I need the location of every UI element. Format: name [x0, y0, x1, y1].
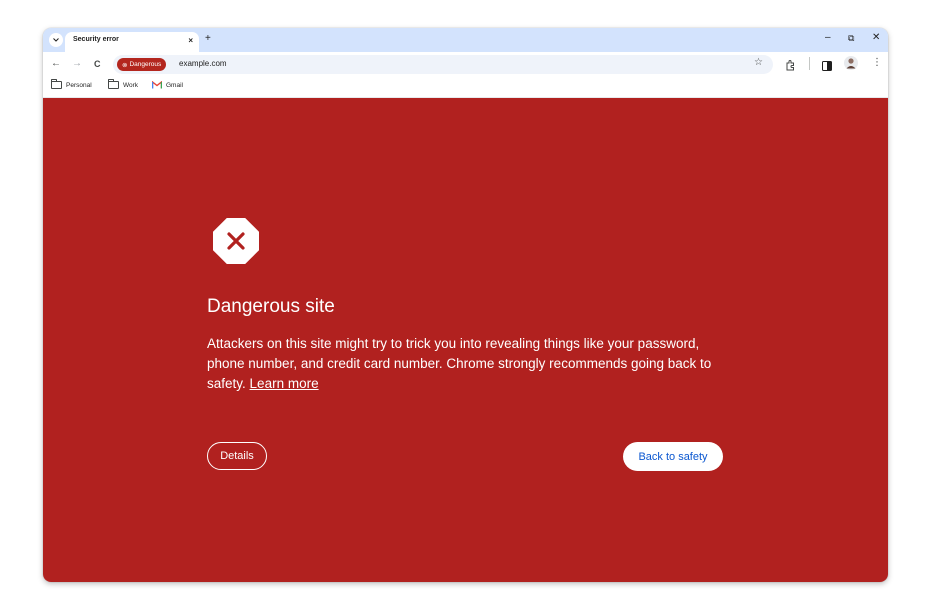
toolbar: ← → C ⊗ Dangerous example.com ☆ ⋮ [43, 52, 888, 77]
folder-icon [108, 79, 119, 89]
bookmark-label: Work [123, 81, 139, 89]
tab-close-icon[interactable]: × [188, 36, 193, 45]
chevron-down-icon [53, 38, 59, 42]
toolbar-divider [809, 57, 810, 70]
danger-icon: ⊗ [122, 61, 128, 69]
chip-label: Dangerous [129, 61, 162, 68]
close-icon [227, 232, 245, 250]
minimize-button[interactable]: – [825, 32, 831, 43]
menu-button[interactable]: ⋮ [872, 57, 882, 68]
forward-button[interactable]: → [72, 58, 82, 69]
new-tab-button[interactable]: + [205, 33, 211, 44]
tab-title: Security error [73, 36, 119, 43]
restore-button[interactable]: ⧉ [848, 33, 854, 44]
bookmarks-bar: Personal Work Gmail [43, 77, 888, 98]
reload-button[interactable]: C [94, 59, 101, 69]
bookmark-gmail[interactable]: Gmail [152, 81, 183, 89]
warning-message: Attackers on this site might try to tric… [207, 334, 727, 394]
details-button[interactable]: Details [207, 442, 267, 470]
security-interstitial: Dangerous site Attackers on this site mi… [43, 98, 888, 582]
tab-search-button[interactable] [49, 33, 63, 47]
close-window-button[interactable]: ✕ [872, 32, 880, 43]
bookmark-star-icon[interactable]: ☆ [754, 57, 763, 68]
profile-avatar[interactable] [844, 56, 858, 75]
dangerous-chip[interactable]: ⊗ Dangerous [117, 58, 167, 71]
url-text: example.com [179, 59, 227, 68]
back-to-safety-button[interactable]: Back to safety [623, 442, 723, 471]
side-panel-icon[interactable] [822, 58, 832, 76]
browser-window: Security error × + – ⧉ ✕ ← → C ⊗ Dangero… [43, 28, 888, 582]
gmail-icon [152, 81, 162, 89]
address-bar[interactable]: ⊗ Dangerous example.com ☆ [113, 55, 773, 74]
bookmark-personal[interactable]: Personal [51, 79, 92, 89]
tab-strip: Security error × + – ⧉ ✕ [43, 28, 888, 52]
page-title: Dangerous site [207, 296, 335, 317]
active-tab[interactable]: Security error × [65, 32, 199, 52]
bookmark-label: Personal [66, 81, 92, 89]
extensions-icon[interactable] [785, 58, 796, 76]
back-button[interactable]: ← [51, 58, 61, 69]
folder-icon [51, 79, 62, 89]
bookmark-label: Gmail [166, 81, 183, 89]
danger-octagon-icon [213, 218, 259, 264]
learn-more-link[interactable]: Learn more [250, 376, 319, 391]
bookmark-work[interactable]: Work [108, 79, 139, 89]
